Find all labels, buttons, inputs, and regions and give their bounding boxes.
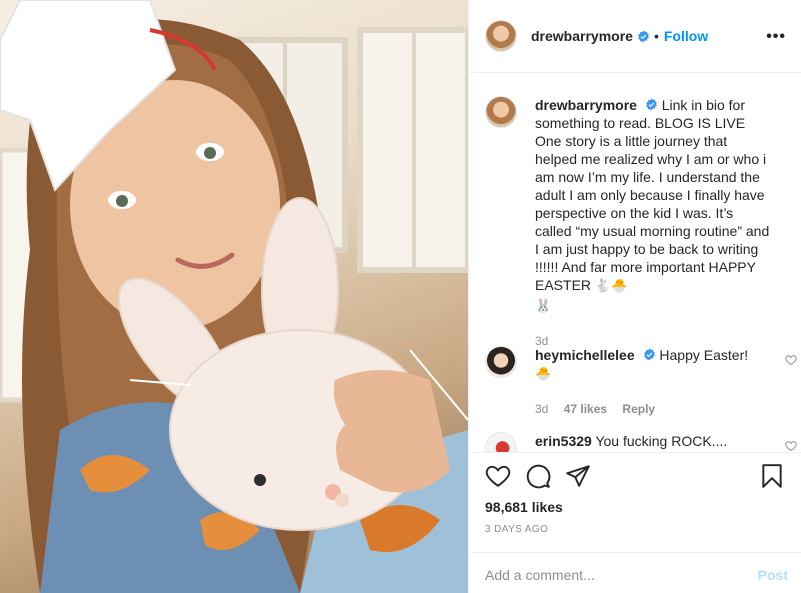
comment-likes[interactable]: 47 likes (564, 402, 607, 416)
comment-body: heymichellelee Happy Easter! 🐣 3d 47 lik… (535, 346, 771, 418)
verified-badge-icon (643, 348, 655, 361)
post-panel: drewbarrymore • Follow ••• drewbarrymore… (468, 0, 801, 593)
verified-badge-icon (638, 30, 649, 42)
comment-username[interactable]: erin5329 (535, 433, 592, 449)
bookmark-icon[interactable] (759, 463, 785, 489)
caption-emoji: 🐇🐣 (594, 279, 628, 294)
comment-icon[interactable] (525, 463, 551, 489)
commenter-avatar[interactable] (485, 432, 517, 452)
action-icons (485, 463, 785, 489)
share-icon[interactable] (565, 463, 591, 489)
comment-like-heart-icon[interactable] (785, 354, 797, 366)
caption-body: drewbarrymore Link in bio for something … (535, 96, 771, 350)
caption-avatar[interactable] (485, 96, 517, 128)
more-options-button[interactable]: ••• (766, 28, 786, 46)
comment-body: erin5329 You fucking ROCK.... (535, 432, 771, 452)
post-actions: 98,681 likes 3 DAYS AGO Post (469, 452, 801, 592)
comment-emoji: 🐣 (535, 367, 552, 382)
comment-like-heart-icon[interactable] (785, 440, 797, 452)
post-header: drewbarrymore • Follow ••• (469, 0, 801, 73)
follow-button[interactable]: Follow (664, 28, 708, 44)
verified-badge-icon (646, 98, 657, 111)
comment-text: You fucking ROCK.... (595, 433, 728, 449)
comment-age[interactable]: 3d (535, 402, 548, 416)
comment-item: erin5329 You fucking ROCK.... (485, 432, 797, 452)
author-avatar[interactable] (485, 20, 517, 52)
caption-text: Link in bio for something to read. BLOG … (535, 97, 770, 293)
post-photo[interactable] (0, 0, 468, 593)
heart-icon[interactable] (485, 463, 511, 489)
caption-emoji-2: 🐰 (535, 299, 552, 314)
caption: drewbarrymore Link in bio for something … (485, 96, 785, 350)
add-comment-bar: Post (469, 552, 801, 593)
comments-section[interactable]: drewbarrymore Link in bio for something … (469, 74, 801, 452)
comment-item: heymichellelee Happy Easter! 🐣 3d 47 lik… (485, 346, 797, 418)
likes-count[interactable]: 98,681 likes (485, 499, 563, 515)
comment-text: Happy Easter! (659, 347, 749, 363)
comment-username[interactable]: heymichellelee (535, 347, 635, 363)
add-comment-input[interactable] (485, 565, 735, 585)
post-comment-button[interactable]: Post (758, 567, 788, 583)
header-separator: • (653, 28, 659, 44)
comment-meta: 3d 47 likes Reply (535, 400, 771, 418)
photo-illustration (0, 0, 468, 593)
post-timestamp[interactable]: 3 DAYS AGO (485, 524, 548, 535)
reply-button[interactable]: Reply (622, 402, 655, 416)
commenter-avatar[interactable] (485, 346, 517, 378)
caption-username[interactable]: drewbarrymore (535, 97, 637, 113)
author-username[interactable]: drewbarrymore (531, 28, 633, 44)
